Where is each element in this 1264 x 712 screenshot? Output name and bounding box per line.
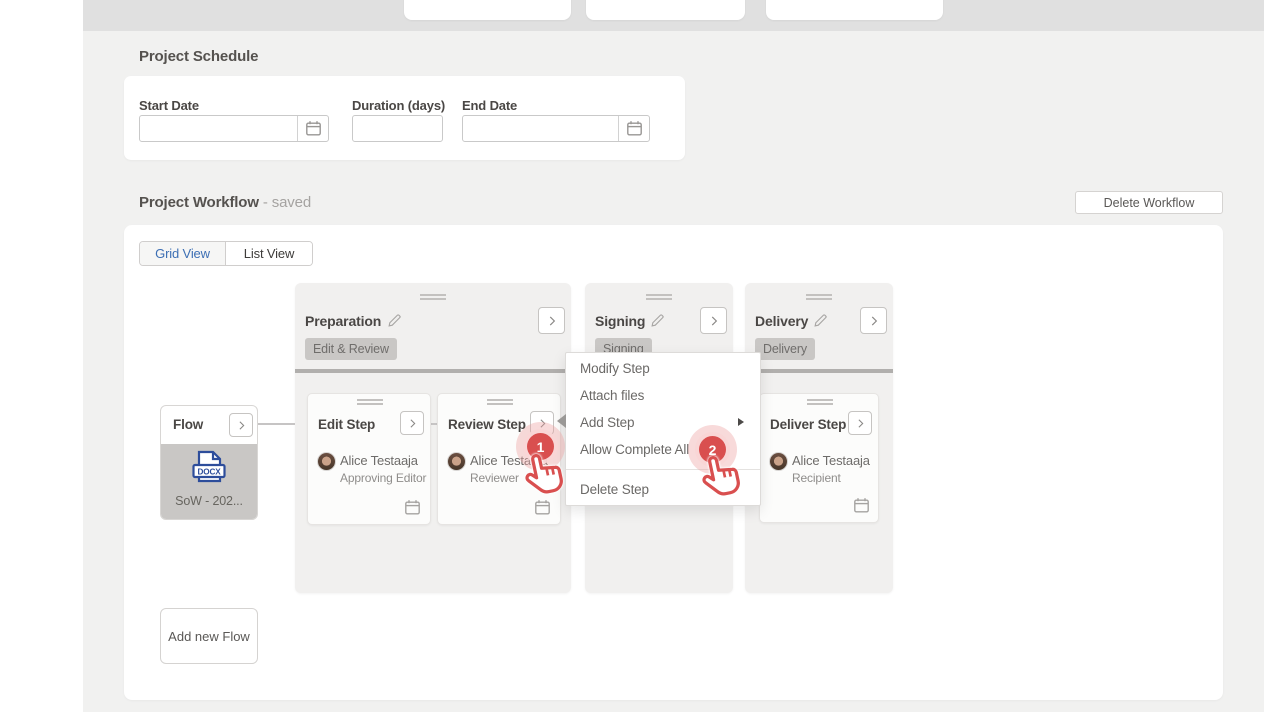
schedule-section-title: Project Schedule: [139, 48, 258, 65]
edit-pencil-icon[interactable]: [650, 313, 665, 328]
step-expand-button[interactable]: [530, 411, 554, 435]
chevron-right-icon: [545, 314, 559, 328]
submenu-arrow-icon: [738, 418, 744, 426]
partial-card: [586, 0, 745, 20]
calendar-icon: [626, 120, 643, 137]
flow-expand-button[interactable]: [229, 413, 253, 437]
flow-file-name: SoW - 202...: [175, 494, 243, 508]
avatar: [317, 452, 336, 471]
chevron-right-icon: [707, 314, 721, 328]
partial-card: [766, 0, 943, 20]
menu-item-modify-step[interactable]: Modify Step: [566, 355, 760, 382]
assignee-name: Alice Testaaja: [340, 453, 418, 468]
chevron-right-icon: [536, 417, 549, 430]
workflow-title-text: Project Workflow: [139, 194, 259, 211]
column-expand-button[interactable]: [538, 307, 565, 334]
column-title: Signing: [595, 313, 645, 329]
cursor-hand-icon: [522, 450, 568, 502]
docx-file-icon: DOCX: [191, 450, 227, 491]
flow-file-area[interactable]: DOCX SoW - 202...: [161, 444, 257, 519]
column-type-badge: Edit & Review: [305, 338, 397, 360]
end-date-label: End Date: [462, 98, 517, 113]
chevron-right-icon: [867, 314, 881, 328]
top-section-band: [83, 0, 1264, 31]
avatar: [769, 452, 788, 471]
step-card-edit[interactable]: Edit Step Alice Testaaja Approving Edito…: [307, 393, 431, 525]
drag-handle-icon[interactable]: [646, 294, 672, 300]
step-expand-button[interactable]: [400, 411, 424, 435]
column-progress-bar: [745, 369, 893, 373]
column-title: Delivery: [755, 313, 808, 329]
assignee-name: Alice Testaaja: [792, 453, 870, 468]
schedule-card: Start Date Duration (days) End Date: [124, 76, 685, 160]
assignee-role: Reviewer: [470, 471, 519, 485]
partial-card: [404, 0, 571, 20]
end-date-calendar-button[interactable]: [618, 116, 649, 141]
start-date-field[interactable]: [139, 115, 329, 142]
tab-list-view[interactable]: List View: [226, 242, 312, 265]
svg-text:DOCX: DOCX: [197, 467, 221, 476]
start-date-calendar-button[interactable]: [297, 116, 328, 141]
step-card-deliver[interactable]: Deliver Step Alice Testaaja Recipient: [759, 393, 879, 523]
drag-handle-icon[interactable]: [420, 294, 446, 300]
calendar-icon[interactable]: [853, 497, 870, 514]
chevron-right-icon: [406, 417, 419, 430]
view-tabs: Grid View List View: [139, 241, 313, 266]
menu-item-label: Add Step: [580, 415, 634, 430]
duration-label: Duration (days): [352, 98, 445, 113]
step-title: Deliver Step: [770, 417, 846, 432]
edit-pencil-icon[interactable]: [813, 313, 828, 328]
start-date-label: Start Date: [139, 98, 199, 113]
tab-grid-view[interactable]: Grid View: [140, 242, 226, 265]
workflow-section-title: Project Workflow - saved: [139, 194, 311, 211]
chevron-right-icon: [235, 419, 248, 432]
assignee-role: Recipient: [792, 471, 841, 485]
column-expand-button[interactable]: [700, 307, 727, 334]
flow-connector-line: [258, 423, 295, 425]
drag-handle-icon[interactable]: [807, 399, 833, 405]
delete-workflow-button[interactable]: Delete Workflow: [1075, 191, 1223, 214]
flow-title: Flow: [173, 417, 203, 432]
column-progress-bar: [295, 369, 571, 373]
avatar: [447, 452, 466, 471]
duration-input[interactable]: [353, 116, 442, 141]
column-title: Preparation: [305, 313, 381, 329]
chevron-right-icon: [854, 417, 867, 430]
edit-pencil-icon[interactable]: [387, 313, 402, 328]
column-type-badge: Delivery: [755, 338, 815, 360]
step-expand-button[interactable]: [848, 411, 872, 435]
drag-handle-icon[interactable]: [357, 399, 383, 405]
menu-item-attach-files[interactable]: Attach files: [566, 382, 760, 409]
step-title: Edit Step: [318, 417, 375, 432]
drag-handle-icon[interactable]: [806, 294, 832, 300]
calendar-icon[interactable]: [404, 499, 421, 516]
workflow-saved-status: - saved: [263, 194, 311, 211]
cursor-hand-icon: [699, 452, 745, 504]
step-title: Review Step: [448, 417, 526, 432]
assignee-role: Approving Editor: [340, 471, 426, 485]
flow-card[interactable]: Flow DOCX SoW - 202...: [160, 405, 258, 520]
drag-handle-icon[interactable]: [487, 399, 513, 405]
calendar-icon: [305, 120, 322, 137]
column-expand-button[interactable]: [860, 307, 887, 334]
menu-item-add-step[interactable]: Add Step: [566, 409, 760, 436]
add-new-flow-button[interactable]: Add new Flow: [160, 608, 258, 664]
duration-field[interactable]: [352, 115, 443, 142]
end-date-field[interactable]: [462, 115, 650, 142]
menu-caret: [557, 414, 566, 428]
